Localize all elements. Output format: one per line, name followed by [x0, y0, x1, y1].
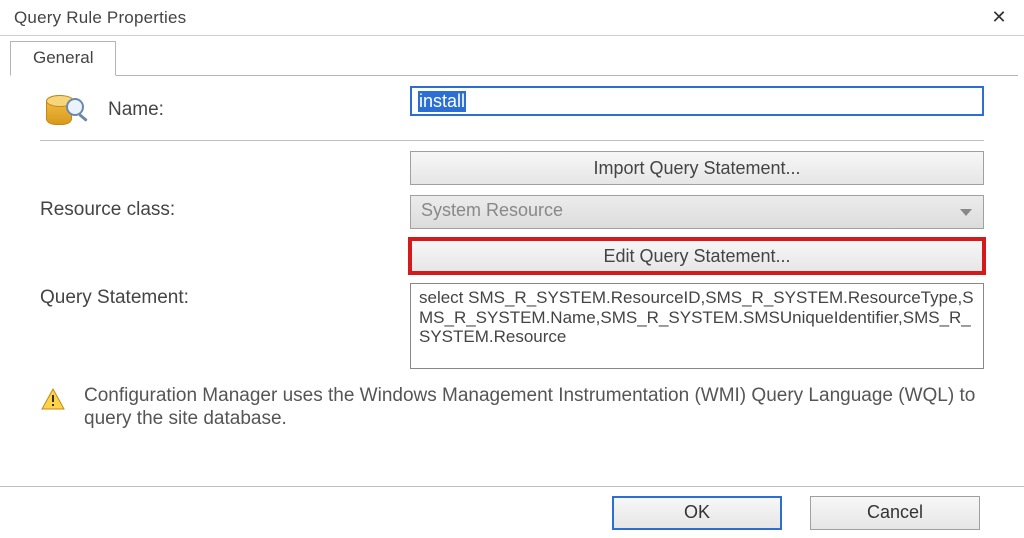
name-input-value: install [418, 91, 466, 112]
query-statement-label: Query Statement: [40, 287, 189, 309]
warning-icon [40, 387, 66, 411]
query-statement-text[interactable]: select SMS_R_SYSTEM.ResourceID,SMS_R_SYS… [410, 283, 984, 369]
close-icon[interactable]: ✕ [984, 7, 1014, 28]
window-title: Query Rule Properties [14, 8, 186, 28]
edit-query-button[interactable]: Edit Query Statement... [410, 239, 984, 273]
title-bar: Query Rule Properties ✕ [0, 0, 1024, 36]
info-text: Configuration Manager uses the Windows M… [84, 385, 984, 431]
import-query-button[interactable]: Import Query Statement... [410, 151, 984, 185]
name-input[interactable]: install [410, 86, 984, 116]
dialog-content: Name: install Import Query Statement... … [0, 76, 1024, 431]
resource-class-select[interactable]: System Resource [410, 195, 984, 229]
tab-strip: General [10, 40, 1018, 76]
cancel-button[interactable]: Cancel [810, 496, 980, 530]
query-db-icon [40, 90, 88, 130]
resource-class-value: System Resource [421, 200, 563, 220]
name-label: Name: [108, 99, 164, 121]
resource-class-label: Resource class: [40, 199, 175, 221]
dialog-footer: OK Cancel [0, 486, 1024, 538]
tab-general[interactable]: General [10, 41, 116, 76]
ok-button[interactable]: OK [612, 496, 782, 530]
separator [40, 140, 984, 141]
